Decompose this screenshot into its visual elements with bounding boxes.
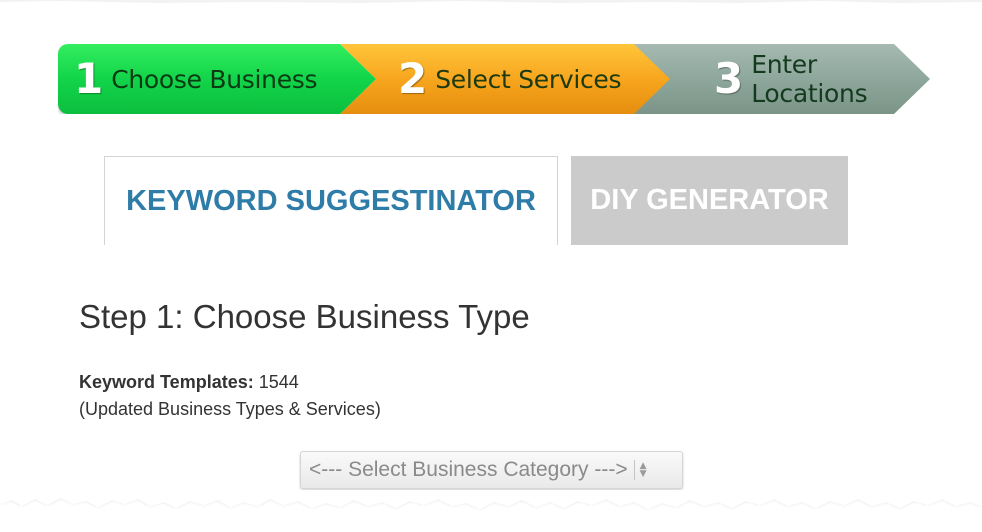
templates-count-line: Keyword Templates: 1544 xyxy=(79,369,381,396)
step-number: 2 xyxy=(398,54,428,103)
templates-info: Keyword Templates: 1544 (Updated Busines… xyxy=(79,369,381,423)
torn-top-edge xyxy=(0,0,982,3)
templates-key: Keyword Templates: xyxy=(79,372,254,392)
business-category-select[interactable]: <--- Select Business Category ---> ▲ ▼ xyxy=(300,451,683,489)
templates-note: (Updated Business Types & Services) xyxy=(79,399,381,419)
step-number: 3 xyxy=(714,54,744,103)
tab-diy-generator[interactable]: DIY GENERATOR xyxy=(571,156,848,245)
step-select-services[interactable]: 2 Select Services xyxy=(340,44,670,114)
step-label: Select Services xyxy=(435,64,622,94)
tab-keyword-suggestinator[interactable]: KEYWORD SUGGESTINATOR xyxy=(104,156,558,245)
select-value: <--- Select Business Category ---> xyxy=(309,458,628,481)
select-divider xyxy=(633,460,635,480)
progress-steps: 1 Choose Business 2 Select Services 3 En… xyxy=(58,44,930,116)
step-number: 1 xyxy=(74,54,104,103)
step-label: Choose Business xyxy=(111,64,318,94)
page-title: Step 1: Choose Business Type xyxy=(79,298,530,335)
templates-value: 1544 xyxy=(258,372,299,392)
step-choose-business[interactable]: 1 Choose Business xyxy=(58,44,376,114)
updown-arrow-icon: ▲ ▼ xyxy=(639,461,647,479)
torn-bottom-edge xyxy=(0,490,982,532)
step-label: Enter Locations xyxy=(751,50,868,108)
